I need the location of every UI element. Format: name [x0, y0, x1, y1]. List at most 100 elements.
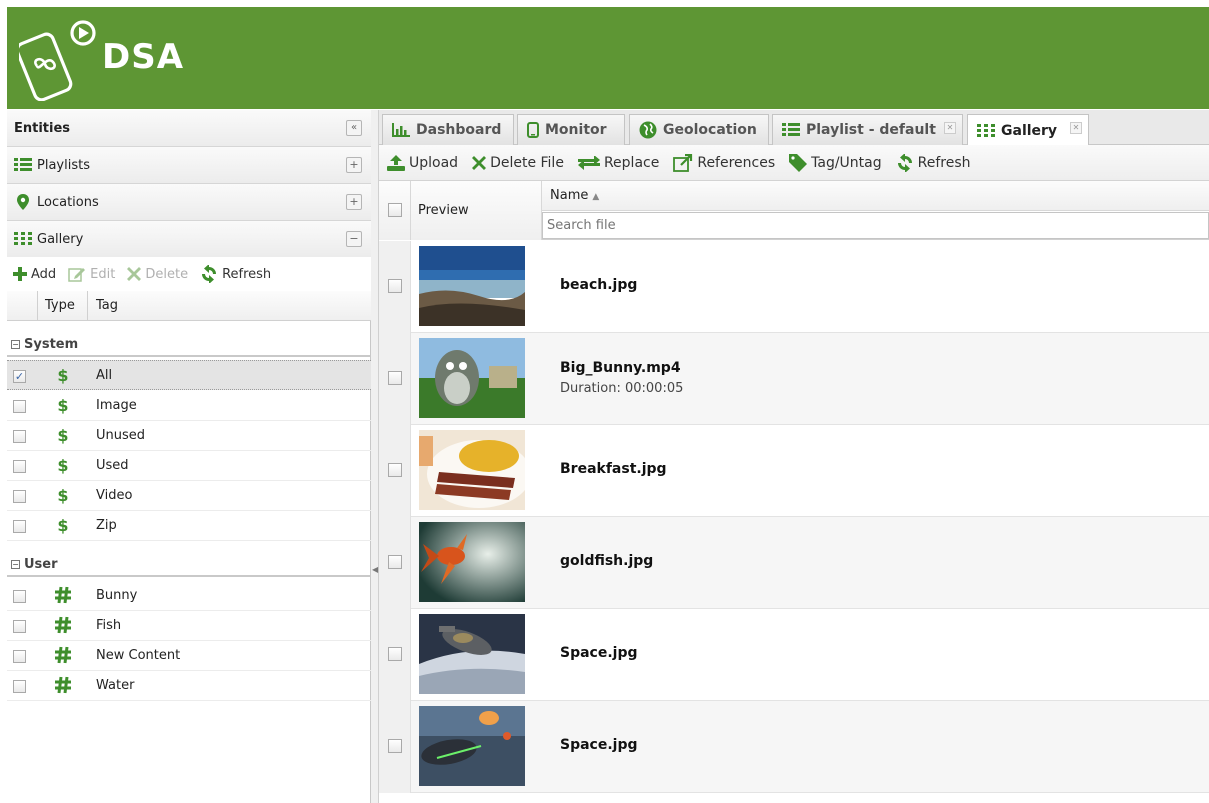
tag-checkbox[interactable] — [13, 680, 26, 693]
tag-name: Water — [96, 678, 135, 693]
row-checkbox[interactable] — [388, 463, 402, 477]
expand-locations-button[interactable]: + — [346, 194, 362, 210]
tag-row[interactable]: $ Unused — [7, 421, 371, 451]
row-checkbox-cell — [379, 241, 411, 333]
tag-checkbox[interactable] — [13, 460, 26, 473]
row-checkbox[interactable] — [388, 279, 402, 293]
row-checkbox-cell — [379, 701, 411, 793]
dollar-icon: $ — [57, 366, 69, 385]
tab-geolocation[interactable]: Geolocation — [629, 114, 769, 145]
close-tab-icon[interactable]: ✕ — [944, 122, 956, 134]
group-label: User — [24, 557, 58, 572]
tag-row[interactable]: ✓ $ All — [7, 360, 371, 390]
tag-checkbox[interactable] — [13, 490, 26, 503]
entities-panel: Entities « Playlists + Locations + Galle… — [7, 110, 371, 803]
row-checkbox[interactable] — [388, 647, 402, 661]
file-row[interactable]: beach.jpg — [379, 241, 1209, 333]
collapse-arrow-icon[interactable]: ◀ — [372, 565, 378, 574]
breakfast-thumbnail — [419, 430, 525, 510]
tag-row[interactable]: $ Image — [7, 391, 371, 421]
preview-column-header: Preview — [411, 181, 542, 240]
add-tag-button[interactable]: Add — [13, 267, 56, 282]
locations-section[interactable]: Locations + — [7, 184, 371, 221]
row-checkbox[interactable] — [388, 371, 402, 385]
dollar-icon: $ — [57, 486, 69, 505]
tag-row[interactable]: New Content — [7, 641, 371, 671]
tag-checkbox[interactable] — [13, 650, 26, 663]
external-link-icon — [673, 153, 693, 172]
panel-splitter[interactable]: ◀ — [371, 110, 379, 803]
delete-file-button[interactable]: Delete File — [472, 155, 564, 171]
tag-checkbox[interactable] — [13, 400, 26, 413]
close-tab-icon[interactable]: ✕ — [1070, 122, 1082, 134]
row-checkbox[interactable] — [388, 739, 402, 753]
select-all-checkbox[interactable] — [388, 203, 402, 217]
tag-row[interactable]: $ Used — [7, 451, 371, 481]
references-label: References — [697, 154, 776, 171]
file-row[interactable]: Breakfast.jpg — [379, 425, 1209, 517]
tab-gallery[interactable]: Gallery ✕ — [967, 114, 1089, 146]
tab-label: Playlist - default — [806, 122, 936, 138]
app-header: DSA — [7, 7, 1209, 109]
tab-dashboard[interactable]: Dashboard — [382, 114, 514, 145]
group-header-system[interactable]: − System — [7, 333, 371, 357]
bar-chart-icon — [392, 123, 410, 137]
tag-untag-button[interactable]: Tag/Untag — [789, 153, 882, 172]
tag-column-header[interactable]: Tag — [88, 291, 118, 313]
delete-tag-button[interactable]: Delete — [127, 267, 188, 282]
tab-playlist-default[interactable]: Playlist - default ✕ — [772, 114, 963, 145]
hash-tag-icon — [38, 641, 88, 671]
refresh-tags-button[interactable]: Refresh — [200, 265, 271, 283]
gallery-toolbar: Upload Delete File Replace References Ta… — [379, 145, 1209, 181]
grid-icon — [977, 123, 995, 138]
row-checkbox[interactable] — [388, 555, 402, 569]
file-duration: Duration: 00:00:05 — [560, 381, 684, 396]
expand-playlists-button[interactable]: + — [346, 157, 362, 173]
file-row[interactable]: Big_Bunny.mp4 Duration: 00:00:05 — [379, 333, 1209, 425]
playlists-section[interactable]: Playlists + — [7, 147, 371, 184]
tag-name: Unused — [96, 428, 146, 443]
upload-button[interactable]: Upload — [387, 154, 459, 171]
collapse-panel-button[interactable]: « — [346, 120, 362, 136]
goldfish-thumbnail — [419, 522, 525, 602]
tag-row[interactable]: Fish — [7, 611, 371, 641]
name-column-header[interactable]: Name ▲ — [542, 181, 1209, 211]
type-column-header[interactable]: Type — [38, 291, 88, 321]
globe-icon — [639, 121, 657, 139]
file-row[interactable]: Space.jpg — [379, 701, 1209, 793]
gallery-section[interactable]: Gallery − — [7, 221, 371, 258]
collapse-gallery-button[interactable]: − — [346, 231, 362, 247]
app-title: DSA — [102, 37, 185, 77]
replace-button[interactable]: Replace — [577, 155, 659, 171]
tag-checkbox[interactable] — [13, 590, 26, 603]
upload-label: Upload — [409, 154, 459, 171]
delete-file-label: Delete File — [490, 154, 564, 171]
tag-row[interactable]: $ Video — [7, 481, 371, 511]
edit-tag-button[interactable]: Edit — [68, 266, 115, 282]
tag-row[interactable]: Bunny — [7, 581, 371, 611]
tag-name: Bunny — [96, 588, 138, 603]
file-row[interactable]: goldfish.jpg — [379, 517, 1209, 609]
file-name: Space.jpg — [560, 737, 638, 753]
group-header-user[interactable]: − User — [7, 553, 371, 577]
refresh-files-button[interactable]: Refresh — [896, 153, 971, 172]
tag-toolbar: Add Edit Delete Refresh — [7, 257, 371, 291]
gallery-label: Gallery — [37, 231, 84, 247]
tab-monitor[interactable]: Monitor — [517, 114, 625, 145]
tag-name: Fish — [96, 618, 122, 633]
file-grid-header: Preview Name ▲ — [379, 181, 1209, 240]
references-button[interactable]: References — [673, 153, 776, 172]
tag-checkbox[interactable] — [13, 520, 26, 533]
row-checkbox-cell — [379, 609, 411, 701]
tag-row[interactable]: Water — [7, 671, 371, 701]
dollar-icon: $ — [57, 516, 69, 535]
tag-checkbox[interactable] — [13, 620, 26, 633]
tag-checkbox[interactable]: ✓ — [13, 370, 26, 383]
tag-checkbox[interactable] — [13, 430, 26, 443]
delete-x-icon — [127, 267, 142, 281]
tag-row[interactable]: $ Zip — [7, 511, 371, 541]
file-name: Big_Bunny.mp4 — [560, 360, 681, 376]
file-row[interactable]: Space.jpg — [379, 609, 1209, 701]
tag-name: Zip — [96, 518, 117, 533]
search-file-input[interactable] — [542, 212, 1209, 239]
